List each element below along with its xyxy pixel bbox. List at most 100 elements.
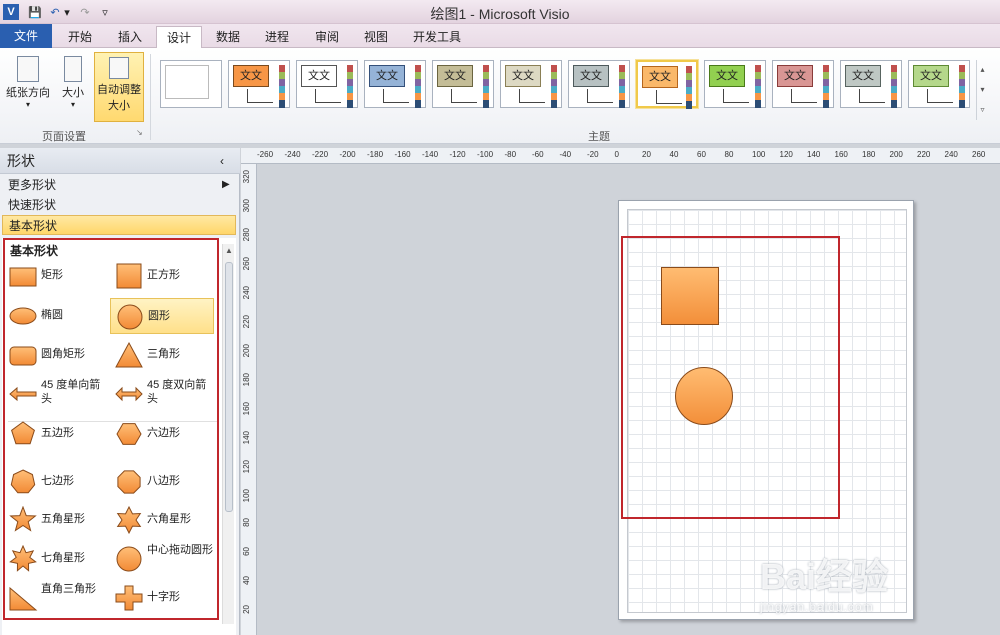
theme-sample-box: 文文 <box>369 65 405 87</box>
tab-design[interactable]: 设计 <box>156 26 202 49</box>
theme-tile-7[interactable]: 文文 <box>568 60 630 108</box>
theme-swatch <box>619 100 625 108</box>
gallery-scroll[interactable]: ▴ ▾ ▿ <box>976 60 988 120</box>
theme-swatch <box>686 101 692 109</box>
ruler-tick-label: 80 <box>724 150 734 159</box>
shapes-panel-title: 形状 <box>7 153 35 169</box>
orientation-label: 纸张方向 <box>6 87 50 99</box>
highlight-rectangle <box>621 236 840 519</box>
ruler-tick-label: 20 <box>242 605 251 614</box>
baidu-watermark: Bai经验 jingyan.baidu.com <box>760 548 960 618</box>
theme-swatch <box>347 100 353 108</box>
ruler-tick-label: 200 <box>242 344 251 358</box>
more-shapes-item[interactable]: 更多形状 ▶ <box>2 175 236 195</box>
ruler-tick-label: 260 <box>242 257 251 271</box>
ruler-tick-label: 240 <box>944 150 958 159</box>
ruler-tick-label: -220 <box>312 150 329 159</box>
tab-file[interactable]: 文件 <box>0 24 52 48</box>
tab-home[interactable]: 开始 <box>58 26 102 48</box>
tab-data[interactable]: 数据 <box>206 26 250 48</box>
theme-swatch <box>959 100 965 108</box>
window-title: 绘图1 - Microsoft Visio <box>430 6 570 22</box>
theme-swatch <box>279 100 285 108</box>
theme-tile-10[interactable]: 文文 <box>772 60 834 108</box>
tab-process[interactable]: 进程 <box>255 26 299 48</box>
ruler-tick-label: 260 <box>972 150 986 159</box>
theme-sample-box: 文文 <box>437 65 473 87</box>
theme-tile-3[interactable]: 文文 <box>296 60 358 108</box>
size-button[interactable]: 大小 ▾ <box>56 52 90 122</box>
ruler-tick-label: -20 <box>587 150 599 159</box>
dialog-launcher-icon[interactable]: ↘ <box>136 128 143 137</box>
theme-swatch <box>823 100 829 108</box>
ruler-tick-label: -200 <box>339 150 356 159</box>
tab-developer[interactable]: 开发工具 <box>404 26 470 48</box>
ruler-tick-label: -80 <box>504 150 517 159</box>
orientation-button[interactable]: 纸张方向 ▾ <box>4 52 52 122</box>
ruler-tick-label: 320 <box>242 170 251 184</box>
theme-sample-box: 文文 <box>301 65 337 87</box>
theme-tile-1[interactable] <box>160 60 222 108</box>
ruler-tick-label: 80 <box>242 518 251 527</box>
theme-connector-icon <box>451 89 477 103</box>
square-shape[interactable] <box>661 267 719 325</box>
theme-tile-6[interactable]: 文文 <box>500 60 562 108</box>
ruler-tick-label: -60 <box>532 150 544 159</box>
tab-review[interactable]: 审阅 <box>305 26 349 48</box>
theme-connector-icon <box>587 89 613 103</box>
theme-swatch <box>755 100 761 108</box>
ruler-tick-label: -40 <box>559 150 572 159</box>
stencil-scrollbar[interactable]: ▲ <box>222 244 234 624</box>
theme-connector-icon <box>927 89 953 103</box>
collapse-panel-icon[interactable]: ‹ <box>220 148 224 174</box>
auto-size-button[interactable]: 自动调整 大小 <box>94 52 144 122</box>
ruler-tick-label: 140 <box>242 431 251 445</box>
page-setup-group-label: 页面设置 <box>42 131 86 143</box>
auto-size-label-2: 大小 <box>108 100 130 112</box>
theme-none-box <box>165 65 209 99</box>
stencil-highlight-box <box>3 238 219 620</box>
theme-tile-5[interactable]: 文文 <box>432 60 494 108</box>
theme-connector-icon <box>247 89 273 103</box>
watermark-text: Bai经验 <box>760 556 889 597</box>
theme-connector-icon <box>383 89 409 103</box>
theme-tile-11[interactable]: 文文 <box>840 60 902 108</box>
theme-tile-8[interactable]: 文文 <box>636 60 698 109</box>
size-label: 大小 <box>62 87 84 99</box>
theme-connector-icon <box>859 89 885 103</box>
ruler-tick-label: -140 <box>422 150 439 159</box>
ruler-tick-label: 180 <box>862 150 876 159</box>
ruler-tick-label: 140 <box>807 150 821 159</box>
ruler-tick-label: -260 <box>257 150 274 159</box>
theme-connector-icon <box>723 89 749 103</box>
ruler-tick-label: 160 <box>242 402 251 416</box>
theme-tile-4[interactable]: 文文 <box>364 60 426 108</box>
theme-swatch <box>891 100 897 108</box>
tab-view[interactable]: 视图 <box>354 26 398 48</box>
quick-shapes-item[interactable]: 快速形状 <box>2 195 236 215</box>
ruler-tick-label: 0 <box>614 150 619 159</box>
theme-connector-icon <box>315 89 341 103</box>
scroll-thumb[interactable] <box>225 262 233 512</box>
circle-shape[interactable] <box>675 367 733 425</box>
chevron-right-icon: ▶ <box>222 179 230 190</box>
ruler-tick-label: 60 <box>697 150 706 159</box>
ruler-tick-label: 180 <box>242 373 251 387</box>
shapes-panel-header: 形状 ‹ <box>0 148 240 174</box>
tab-insert[interactable]: 插入 <box>108 26 152 48</box>
more-shapes-label: 更多形状 <box>8 178 57 192</box>
theme-sample-box: 文文 <box>573 65 609 87</box>
theme-tile-9[interactable]: 文文 <box>704 60 766 108</box>
theme-sample-box: 文文 <box>913 65 949 87</box>
theme-tile-12[interactable]: 文文 <box>908 60 970 108</box>
theme-sample-box: 文文 <box>845 65 881 87</box>
ruler-tick-label: -160 <box>394 150 411 159</box>
auto-size-label-1: 自动调整 <box>97 84 141 96</box>
ruler-tick-label: 120 <box>242 460 251 474</box>
theme-tile-2[interactable]: 文文 <box>228 60 290 108</box>
ruler-tick-label: 100 <box>242 489 251 503</box>
basic-shapes-item[interactable]: 基本形状 <box>2 215 236 235</box>
title-bar: V 💾 ↶ ▾ ↷ ▿ 绘图1 - Microsoft Visio <box>0 0 1000 24</box>
scroll-up-icon[interactable]: ▲ <box>225 246 233 255</box>
ruler-tick-label: -120 <box>449 150 466 159</box>
